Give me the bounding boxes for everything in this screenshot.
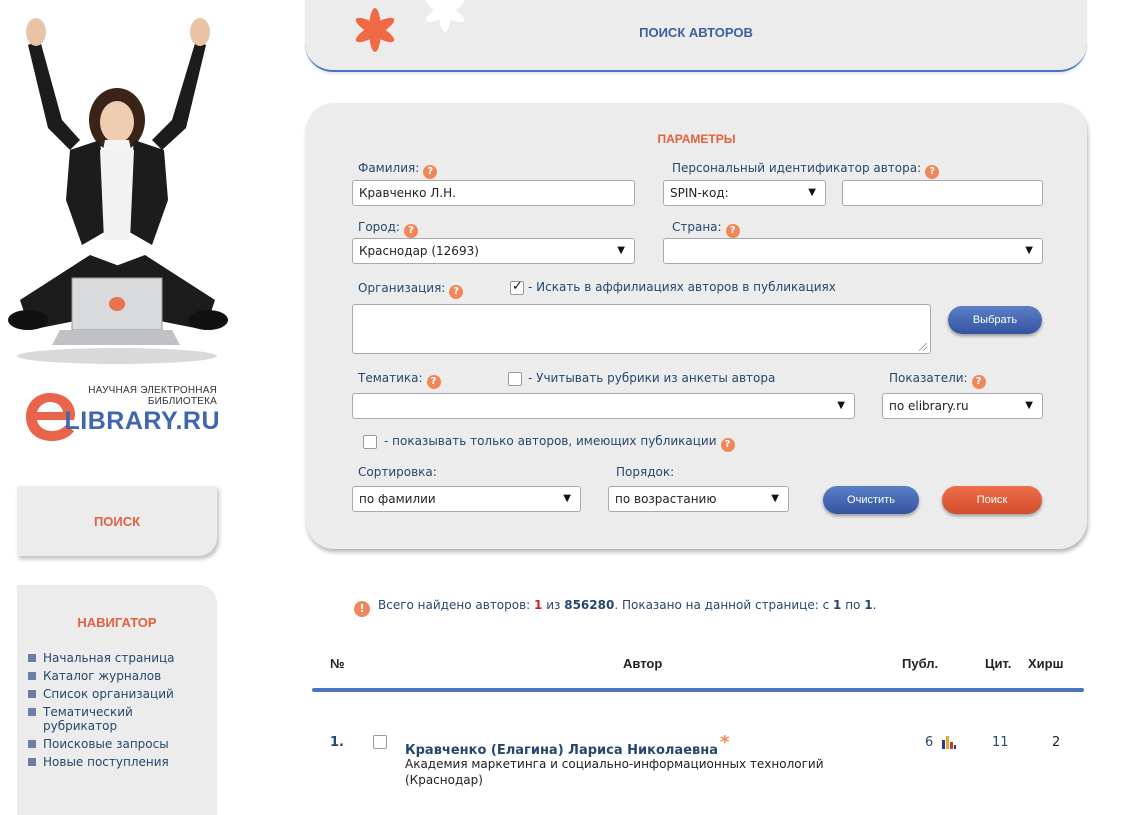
resize-grip-icon[interactable]: [919, 343, 927, 351]
square-bullet-icon: [28, 708, 36, 716]
order-select[interactable]: по возрастанию: [608, 486, 789, 512]
row-select-checkbox[interactable]: [373, 735, 387, 749]
square-bullet-icon: [28, 690, 36, 698]
only-with-publications-checkbox[interactable]: [363, 435, 377, 449]
square-bullet-icon: [28, 740, 36, 748]
clear-button[interactable]: Очистить: [823, 486, 919, 514]
column-hirsch[interactable]: Хирш: [1028, 656, 1063, 671]
help-icon[interactable]: ?: [971, 375, 986, 389]
affiliation-checkbox-label: - Искать в аффилиациях авторов в публика…: [528, 280, 836, 294]
help-icon[interactable]: ?: [725, 224, 740, 238]
topic-select[interactable]: [352, 393, 855, 419]
search-parameters-panel: ПАРАМЕТРЫ Фамилия:? Кравченко Л.Н. Персо…: [306, 103, 1087, 549]
results-summary: ! Всего найдено авторов: 1 из 856280. Пок…: [354, 598, 876, 617]
hero-illustration: [0, 0, 230, 372]
country-select[interactable]: [663, 238, 1043, 264]
nav-item-organizations[interactable]: Список организаций: [27, 687, 208, 701]
help-icon[interactable]: ?: [449, 285, 464, 299]
star-icon: *: [720, 732, 730, 753]
pubs-count-link[interactable]: 6: [925, 735, 933, 750]
column-author[interactable]: Автор: [623, 656, 662, 671]
sort-label: Сортировка:: [358, 465, 437, 479]
help-icon[interactable]: ?: [426, 375, 441, 389]
square-bullet-icon: [28, 672, 36, 680]
hirsch-index: 2: [1052, 735, 1061, 750]
row-number: 1.: [330, 735, 344, 750]
square-bullet-icon: [28, 654, 36, 662]
city-label: Город:?: [358, 220, 418, 238]
surname-input[interactable]: Кравченко Л.Н.: [352, 180, 635, 206]
id-value-input[interactable]: [842, 180, 1043, 206]
logo-caption: НАУЧНАЯ ЭЛЕКТРОННАЯ БИБЛИОТЕКА: [88, 385, 217, 407]
left-search-box[interactable]: ПОИСК: [17, 486, 217, 556]
nav-item-home[interactable]: Начальная страница: [27, 651, 208, 665]
personal-id-label: Персональный идентификатор автора:?: [672, 161, 940, 179]
parameters-title: ПАРАМЕТРЫ: [657, 132, 736, 146]
topic-label: Тематика:?: [358, 371, 441, 389]
choose-button[interactable]: Выбрать: [948, 306, 1042, 334]
help-icon[interactable]: ?: [403, 224, 418, 238]
cites-count-link[interactable]: 11: [992, 735, 1009, 750]
elibrary-logo[interactable]: НАУЧНАЯ ЭЛЕКТРОННАЯ БИБЛИОТЕКА LIBRARY.R…: [22, 385, 222, 445]
indicators-label: Показатели:?: [889, 371, 986, 389]
bar-chart-icon[interactable]: [941, 734, 957, 750]
help-icon[interactable]: ?: [423, 165, 438, 179]
help-icon[interactable]: ?: [925, 165, 940, 179]
left-search-link[interactable]: ПОИСК: [17, 514, 217, 529]
column-cites[interactable]: Цит.: [985, 656, 1011, 671]
square-bullet-icon: [28, 758, 36, 766]
affiliation-checkbox[interactable]: [510, 279, 524, 295]
nav-item-queries[interactable]: Поисковые запросы: [27, 737, 208, 751]
surname-label: Фамилия:?: [358, 161, 438, 179]
column-num: №: [330, 656, 345, 671]
order-label: Порядок:: [616, 465, 675, 479]
navigator-list: Начальная страница Каталог журналов Спис…: [27, 651, 208, 773]
country-label: Страна:?: [672, 220, 740, 238]
search-button[interactable]: Поиск: [942, 486, 1042, 514]
navigator-title: НАВИГАТОР: [77, 615, 157, 630]
help-icon[interactable]: ?: [720, 438, 735, 452]
indicators-select[interactable]: по elibrary.ru: [882, 393, 1043, 419]
page-title: ПОИСК АВТОРОВ: [639, 25, 753, 40]
nav-item-new[interactable]: Новые поступления: [27, 755, 208, 769]
author-name-link[interactable]: Кравченко (Елагина) Лариса Николаевна *: [405, 732, 729, 758]
info-icon: !: [354, 601, 370, 617]
sort-select[interactable]: по фамилии: [352, 486, 581, 512]
logo-wordmark: LIBRARY.RU: [64, 407, 220, 435]
header-divider: [312, 688, 1084, 692]
nav-item-rubricator[interactable]: Тематический рубрикатор: [27, 705, 163, 733]
organization-label: Организация:?: [358, 281, 464, 299]
id-type-select[interactable]: SPIN-код:: [663, 180, 826, 206]
organization-textarea[interactable]: [352, 304, 931, 354]
column-pubs[interactable]: Публ.: [902, 656, 938, 671]
topic-checkbox-label: - Учитывать рубрики из анкеты автора: [528, 371, 776, 385]
navigator-panel: НАВИГАТОР Начальная страница Каталог жур…: [17, 585, 217, 815]
city-select[interactable]: Краснодар (12693): [352, 238, 635, 264]
topic-checkbox[interactable]: [508, 372, 522, 386]
author-affiliation: Академия маркетинга и социально-информац…: [405, 757, 824, 787]
header-banner: ПОИСК АВТОРОВ: [305, 0, 1087, 72]
only-with-publications-label: - показывать только авторов, имеющих пуб…: [384, 434, 735, 452]
nav-item-journals[interactable]: Каталог журналов: [27, 669, 208, 683]
